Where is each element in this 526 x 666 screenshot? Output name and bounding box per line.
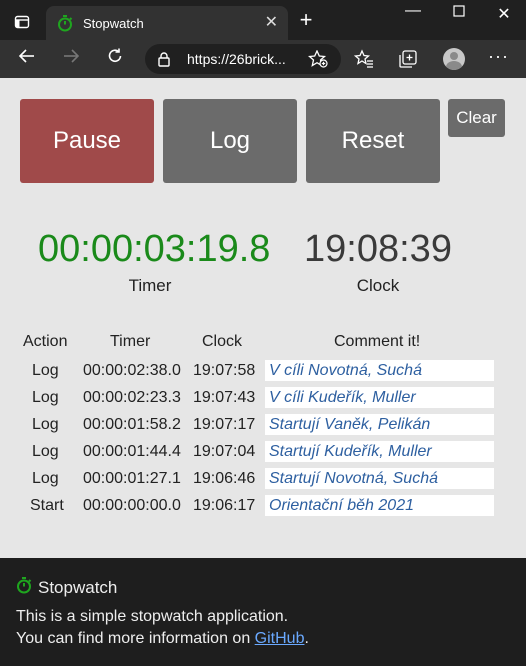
reset-button[interactable]: Reset [306, 99, 440, 183]
row-clock: 19:06:17 [193, 497, 256, 514]
comment-input[interactable]: Startují Vaněk, Pelikán [265, 414, 494, 435]
minimize-icon[interactable]: — [393, 2, 433, 20]
close-tab-icon[interactable]: ✕ [265, 12, 278, 32]
profile-avatar[interactable] [443, 48, 465, 70]
row-action: Log [32, 470, 59, 487]
row-clock: 19:07:43 [193, 389, 256, 406]
address-bar: https://26brick... ··· [0, 40, 526, 78]
github-link[interactable]: GitHub [255, 630, 305, 647]
browser-tab[interactable]: Stopwatch ✕ [46, 6, 288, 40]
back-icon[interactable] [14, 47, 40, 71]
row-action: Start [30, 497, 64, 514]
footer-title: Stopwatch [38, 578, 118, 597]
row-action: Log [32, 362, 59, 379]
footer-info-prefix: You can find more information on [16, 630, 255, 647]
footer-description: This is a simple stopwatch application. [16, 608, 289, 625]
row-clock: 19:07:17 [193, 416, 256, 433]
collections-icon[interactable] [398, 49, 418, 74]
row-clock: 19:06:46 [193, 470, 256, 487]
header-action: Action [23, 333, 68, 350]
refresh-icon[interactable] [102, 47, 128, 71]
timer-value: 00:00:03:19.8 [38, 228, 271, 270]
comment-input[interactable]: Orientační běh 2021 [265, 495, 494, 516]
row-timer: 00:00:00:00.0 [83, 497, 181, 514]
window-close-icon[interactable]: ✕ [484, 4, 524, 24]
pause-button[interactable]: Pause [20, 99, 154, 183]
row-timer: 00:00:01:44.4 [83, 443, 181, 460]
footer-info-suffix: . [304, 630, 309, 647]
footer-info-line: You can find more information on GitHub. [16, 630, 309, 648]
row-action: Log [32, 443, 59, 460]
more-options-icon[interactable]: ··· [488, 46, 509, 67]
row-timer: 00:00:02:23.3 [83, 389, 181, 406]
timer-label: Timer [128, 276, 172, 295]
favorites-icon[interactable] [353, 49, 374, 74]
header-comment: Comment it! [334, 333, 421, 350]
comment-input[interactable]: Startují Kudeřík, Muller [265, 441, 494, 462]
clear-button[interactable]: Clear [448, 99, 505, 137]
new-tab-button[interactable]: + [294, 9, 318, 31]
url-bar[interactable]: https://26brick... [145, 44, 341, 74]
url-text: https://26brick... [187, 51, 286, 67]
comment-input[interactable]: V cíli Novotná, Suchá [265, 360, 494, 381]
row-timer: 00:00:01:27.1 [83, 470, 181, 487]
row-timer: 00:00:02:38.0 [83, 362, 181, 379]
forward-icon [58, 47, 84, 71]
comment-input[interactable]: V cíli Kudeřík, Muller [265, 387, 494, 408]
stopwatch-icon [57, 14, 73, 35]
lock-icon[interactable] [157, 51, 171, 70]
browser-tab-bar: Stopwatch ✕ + — ✕ [0, 0, 526, 40]
header-timer: Timer [110, 333, 151, 350]
tab-actions-icon[interactable] [6, 8, 38, 36]
footer: Stopwatch This is a simple stopwatch app… [0, 558, 526, 666]
row-action: Log [32, 416, 59, 433]
tab-title: Stopwatch [83, 16, 144, 31]
row-action: Log [32, 389, 59, 406]
row-clock: 19:07:58 [193, 362, 256, 379]
stopwatch-icon [16, 576, 32, 599]
row-clock: 19:07:04 [193, 443, 256, 460]
add-favorite-icon[interactable] [307, 49, 328, 71]
comment-input[interactable]: Startují Novotná, Suchá [265, 468, 494, 489]
header-clock: Clock [202, 333, 243, 350]
row-timer: 00:00:01:58.2 [83, 416, 181, 433]
maximize-icon[interactable] [439, 4, 479, 22]
clock-value: 19:08:39 [304, 228, 452, 270]
log-button[interactable]: Log [163, 99, 297, 183]
clock-label: Clock [356, 276, 400, 295]
